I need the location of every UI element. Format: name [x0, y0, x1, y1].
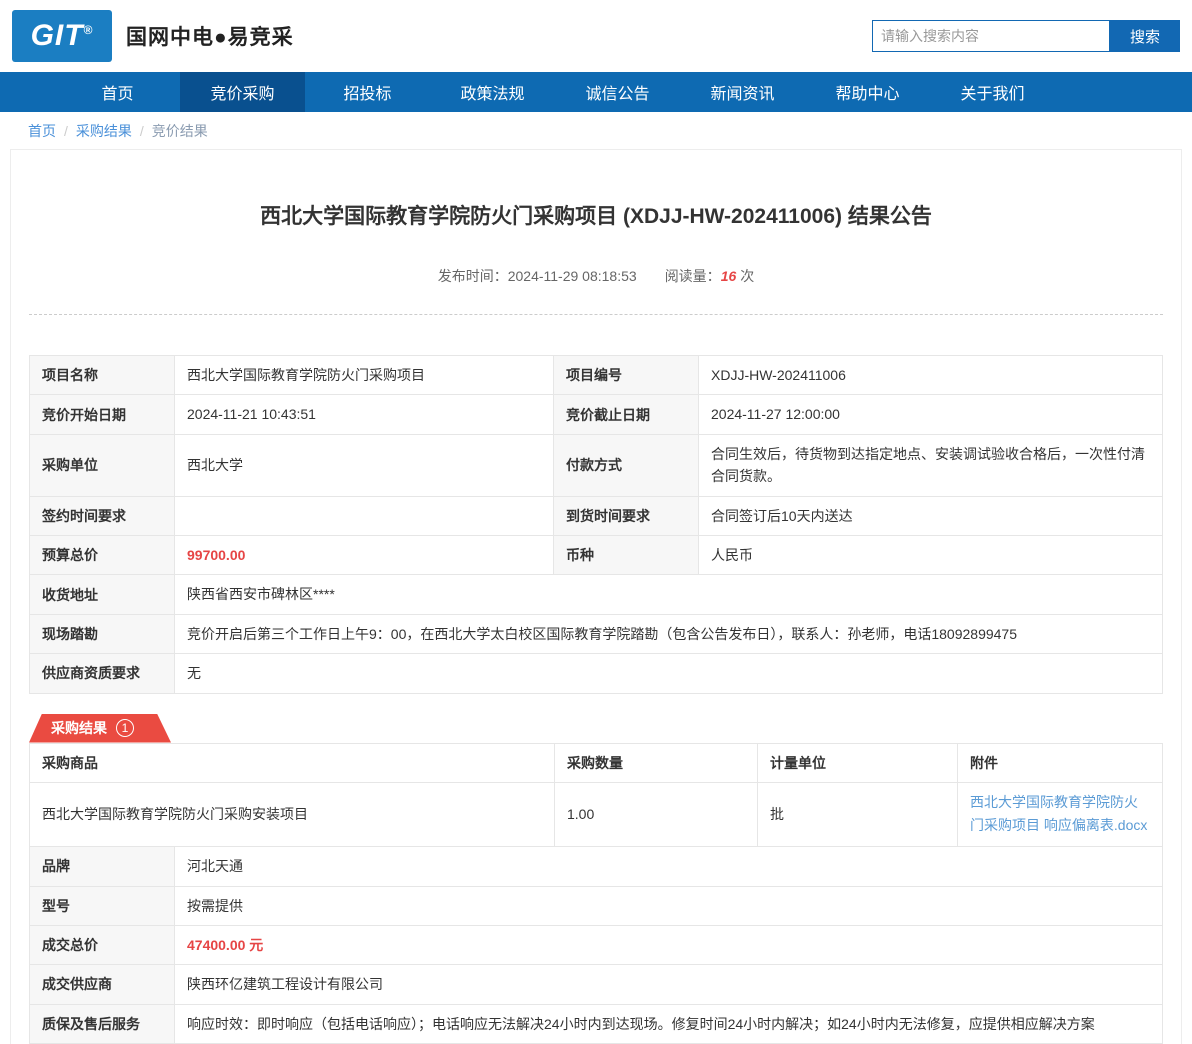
- result-number-icon: 1: [116, 719, 134, 737]
- col-header-product: 采购商品: [30, 743, 555, 782]
- row-value: 合同签订后10天内送达: [699, 496, 1163, 535]
- search-button[interactable]: 搜索: [1110, 20, 1180, 52]
- row-label: 预算总价: [30, 535, 175, 574]
- deal-total-price: 47400.00 元: [175, 925, 1163, 964]
- row-label: 付款方式: [554, 434, 699, 496]
- purchase-result-badge-label: 采购结果: [51, 718, 107, 738]
- row-label: 项目名称: [30, 356, 175, 395]
- nav-item-bidding-purchase[interactable]: 竞价采购: [180, 72, 305, 112]
- row-label: 收货地址: [30, 575, 175, 614]
- nav-item-integrity-notice[interactable]: 诚信公告: [555, 72, 680, 112]
- row-label: 竞价开始日期: [30, 395, 175, 434]
- row-label: 到货时间要求: [554, 496, 699, 535]
- row-value: 陕西省西安市碑林区****: [175, 575, 1163, 614]
- table-row: 竞价开始日期 2024-11-21 10:43:51 竞价截止日期 2024-1…: [30, 395, 1163, 434]
- col-header-attachment: 附件: [958, 743, 1163, 782]
- project-info-table: 项目名称 西北大学国际教育学院防火门采购项目 项目编号 XDJJ-HW-2024…: [29, 355, 1163, 694]
- row-label: 质保及售后服务: [30, 1004, 175, 1043]
- row-value: 西北大学国际教育学院防火门采购项目: [175, 356, 554, 395]
- row-label: 签约时间要求: [30, 496, 175, 535]
- search-input[interactable]: [872, 20, 1110, 52]
- views-count: 16: [721, 268, 737, 284]
- table-row: 成交供应商 陕西环亿建筑工程设计有限公司: [30, 965, 1163, 1004]
- article-meta: 发布时间：2024-11-29 08:18:53 阅读量：16次: [29, 266, 1163, 286]
- breadcrumb-home[interactable]: 首页: [28, 121, 56, 141]
- row-label: 项目编号: [554, 356, 699, 395]
- product-name: 西北大学国际教育学院防火门采购安装项目: [30, 782, 555, 847]
- table-row: 采购单位 西北大学 付款方式 合同生效后，待货物到达指定地点、安装调试验收合格后…: [30, 434, 1163, 496]
- announcement-card: 西北大学国际教育学院防火门采购项目 (XDJJ-HW-202411006) 结果…: [10, 149, 1182, 1044]
- nav-item-home[interactable]: 首页: [55, 72, 180, 112]
- views-label: 阅读量：: [665, 268, 721, 284]
- row-value: 响应时效：即时响应（包括电话响应）；电话响应无法解决24小时内到达现场。修复时间…: [175, 1004, 1163, 1043]
- table-row: 现场踏勘 竞价开启后第三个工作日上午9：00，在西北大学太白校区国际教育学院踏勘…: [30, 614, 1163, 653]
- row-label: 成交总价: [30, 925, 175, 964]
- publish-time-value: 2024-11-29 08:18:53: [508, 268, 637, 284]
- attachment-link[interactable]: 西北大学国际教育学院防火门采购项目 响应偏离表.docx: [970, 791, 1150, 839]
- publish-time-label: 发布时间：: [438, 268, 508, 284]
- row-value: 2024-11-21 10:43:51: [175, 395, 554, 434]
- row-label: 竞价截止日期: [554, 395, 699, 434]
- row-label: 采购单位: [30, 434, 175, 496]
- product-unit: 批: [758, 782, 958, 847]
- table-header-row: 采购商品 采购数量 计量单位 附件: [30, 743, 1163, 782]
- breadcrumb-separator: /: [64, 123, 68, 139]
- table-row: 型号 按需提供: [30, 886, 1163, 925]
- breadcrumb-bidding-results: 竞价结果: [152, 121, 208, 141]
- table-row: 品牌 河北天通: [30, 847, 1163, 886]
- col-header-unit: 计量单位: [758, 743, 958, 782]
- table-row: 成交总价 47400.00 元: [30, 925, 1163, 964]
- git-logo[interactable]: GIT®: [12, 10, 112, 62]
- table-row: 收货地址 陕西省西安市碑林区****: [30, 575, 1163, 614]
- nav-item-tender[interactable]: 招投标: [305, 72, 430, 112]
- row-label: 现场踏勘: [30, 614, 175, 653]
- breadcrumb-separator: /: [140, 123, 144, 139]
- row-value: 西北大学: [175, 434, 554, 496]
- row-label: 型号: [30, 886, 175, 925]
- breadcrumb: 首页 / 采购结果 / 竞价结果: [0, 112, 1192, 149]
- git-logo-text: GIT®: [31, 19, 94, 53]
- nav-item-news[interactable]: 新闻资讯: [680, 72, 805, 112]
- row-value: XDJJ-HW-202411006: [699, 356, 1163, 395]
- table-row: 质保及售后服务 响应时效：即时响应（包括电话响应）；电话响应无法解决24小时内到…: [30, 1004, 1163, 1043]
- row-value: [175, 496, 554, 535]
- views-unit: 次: [740, 268, 754, 284]
- main-nav: 首页 竞价采购 招投标 政策法规 诚信公告 新闻资讯 帮助中心 关于我们: [0, 72, 1192, 112]
- row-value: 按需提供: [175, 886, 1163, 925]
- row-value: 人民币: [699, 535, 1163, 574]
- nav-item-policy[interactable]: 政策法规: [430, 72, 555, 112]
- page-title: 西北大学国际教育学院防火门采购项目 (XDJJ-HW-202411006) 结果…: [29, 150, 1163, 230]
- product-quantity: 1.00: [555, 782, 758, 847]
- product-row: 西北大学国际教育学院防火门采购安装项目 1.00 批 西北大学国际教育学院防火门…: [30, 782, 1163, 847]
- breadcrumb-purchase-results[interactable]: 采购结果: [76, 121, 132, 141]
- table-row: 签约时间要求 到货时间要求 合同签订后10天内送达: [30, 496, 1163, 535]
- search-bar: 搜索: [872, 20, 1180, 52]
- purchase-result-table: 采购商品 采购数量 计量单位 附件 西北大学国际教育学院防火门采购安装项目 1.…: [29, 743, 1163, 1044]
- row-value: 河北天通: [175, 847, 1163, 886]
- top-header: GIT® 国网中电●易竞采 搜索: [0, 0, 1192, 72]
- budget-total-value: 99700.00: [175, 535, 554, 574]
- row-value: 陕西环亿建筑工程设计有限公司: [175, 965, 1163, 1004]
- row-label: 供应商资质要求: [30, 654, 175, 693]
- purchase-result-badge: 采购结果 1: [29, 714, 171, 743]
- site-name: 国网中电●易竞采: [126, 21, 294, 51]
- row-value: 合同生效后，待货物到达指定地点、安装调试验收合格后，一次性付清合同货款。: [699, 434, 1163, 496]
- row-label: 币种: [554, 535, 699, 574]
- row-value: 无: [175, 654, 1163, 693]
- table-row: 项目名称 西北大学国际教育学院防火门采购项目 项目编号 XDJJ-HW-2024…: [30, 356, 1163, 395]
- row-label: 品牌: [30, 847, 175, 886]
- table-row: 供应商资质要求 无: [30, 654, 1163, 693]
- row-label: 成交供应商: [30, 965, 175, 1004]
- dashed-divider: [29, 314, 1163, 315]
- nav-item-help-center[interactable]: 帮助中心: [805, 72, 930, 112]
- col-header-quantity: 采购数量: [555, 743, 758, 782]
- row-value: 2024-11-27 12:00:00: [699, 395, 1163, 434]
- table-row: 预算总价 99700.00 币种 人民币: [30, 535, 1163, 574]
- nav-item-about-us[interactable]: 关于我们: [930, 72, 1055, 112]
- row-value: 竞价开启后第三个工作日上午9：00，在西北大学太白校区国际教育学院踏勘（包含公告…: [175, 614, 1163, 653]
- registered-mark-icon: ®: [84, 23, 94, 37]
